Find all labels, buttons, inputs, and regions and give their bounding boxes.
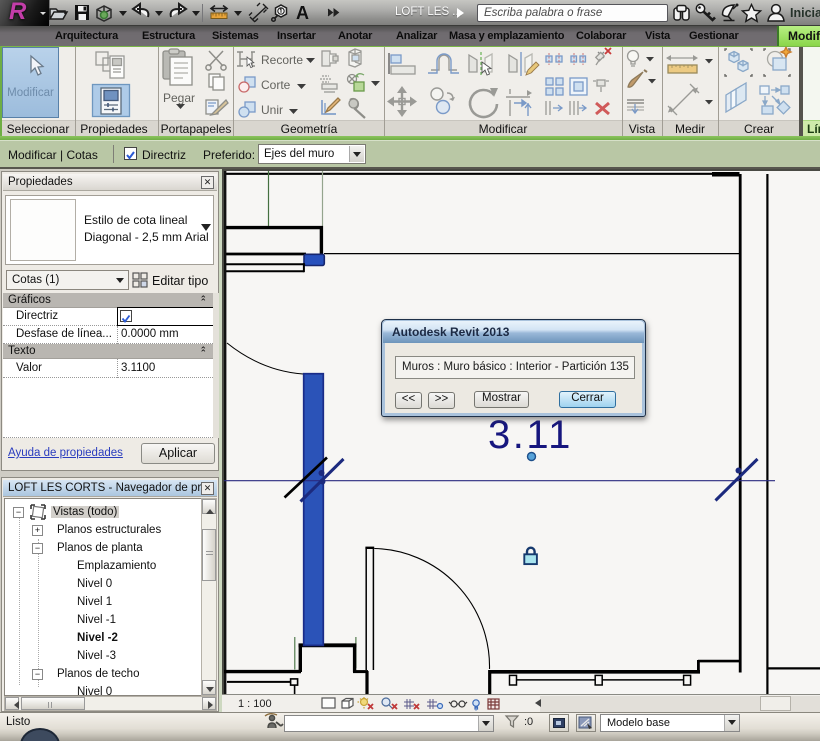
svg-text:A: A	[296, 3, 309, 23]
svg-text:3.11: 3.11	[488, 413, 573, 457]
